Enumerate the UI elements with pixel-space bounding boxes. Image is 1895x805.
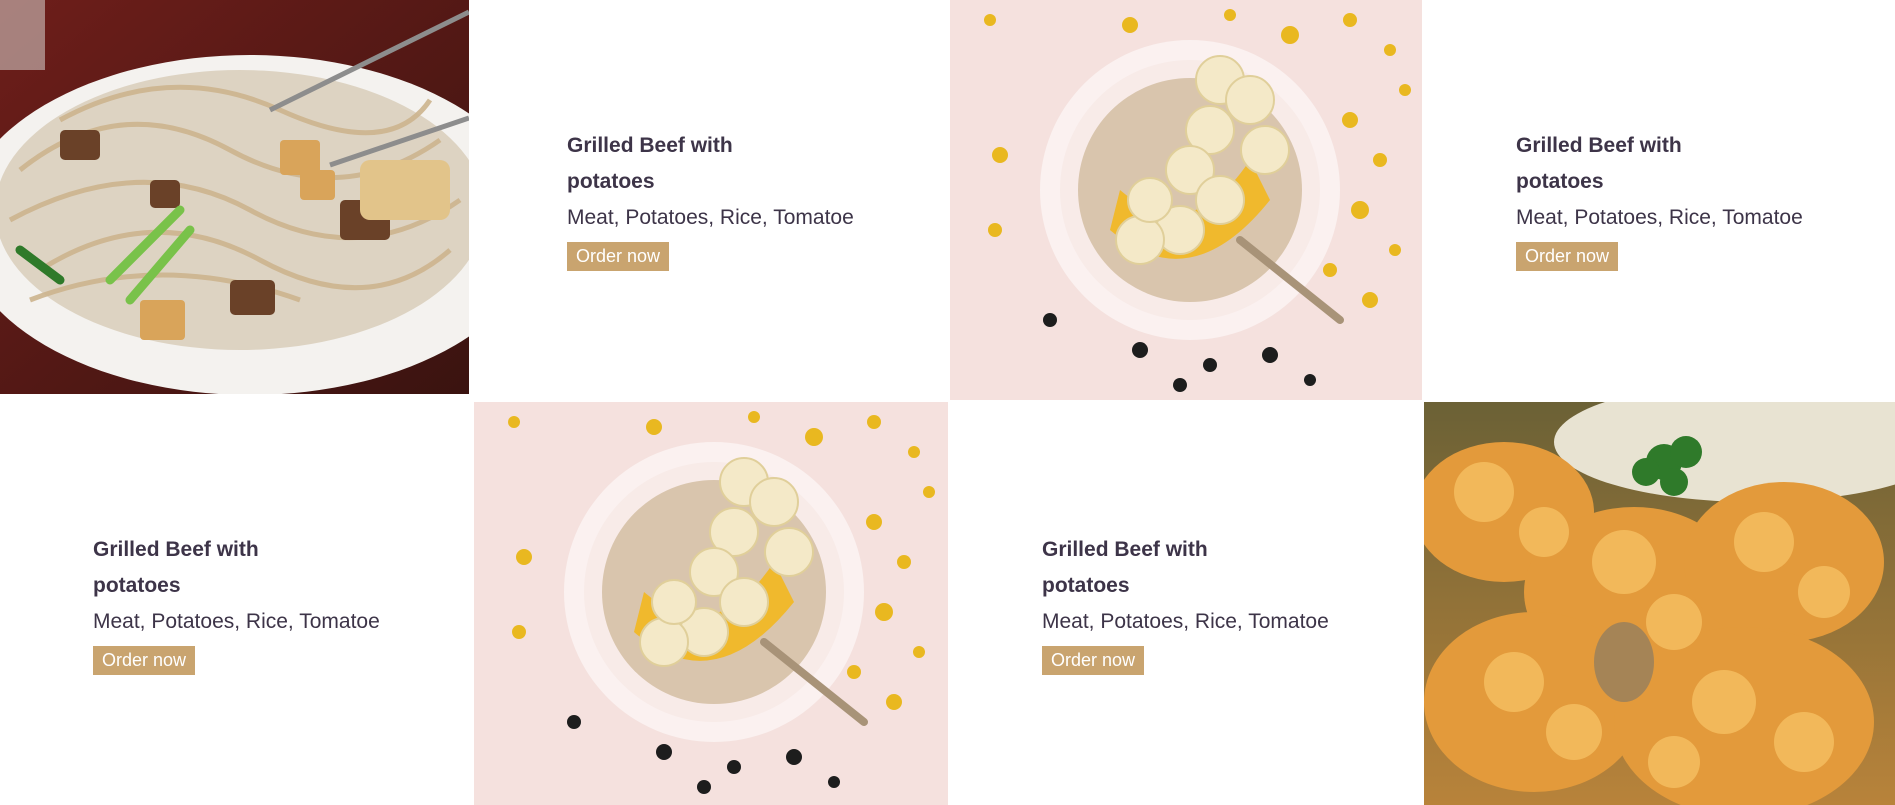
banana-bowl-photo (474, 402, 948, 805)
menu-item-text: Grilled Beef with potatoes Meat, Potatoes… (567, 128, 877, 271)
banana-bowl-image (474, 402, 948, 805)
menu-item-text: Grilled Beef with potatoes Meat, Potatoes… (1042, 532, 1352, 675)
menu-grid: Grilled Beef with potatoes Meat, Potatoes… (0, 0, 1895, 805)
dish-title-line2: potatoes (567, 170, 655, 193)
menu-item-card: Grilled Beef with potatoes Meat, Potatoes… (469, 0, 950, 400)
dish-title-line1: Grilled Beef with (1516, 134, 1682, 157)
banana-bowl-photo (950, 0, 1422, 400)
dish-title: Grilled Beef with potatoes (1042, 532, 1262, 604)
noodles-dish-image (0, 0, 469, 394)
fried-chicken-image (1424, 402, 1895, 805)
dish-ingredients: Meat, Potatoes, Rice, Tomatoe (1042, 610, 1329, 633)
banana-bowl-image (950, 0, 1422, 400)
dish-title: Grilled Beef with potatoes (1516, 128, 1736, 200)
fried-chicken-photo (1424, 402, 1895, 805)
dish-title: Grilled Beef with potatoes (567, 128, 787, 200)
order-now-button[interactable]: Order now (93, 646, 196, 675)
order-now-button[interactable]: Order now (1042, 646, 1145, 675)
menu-item-card: Grilled Beef with potatoes Meat, Potatoes… (1422, 0, 1895, 400)
dish-title-line1: Grilled Beef with (567, 134, 733, 157)
menu-item-card: Grilled Beef with potatoes Meat, Potatoes… (0, 400, 474, 805)
dish-title-line2: potatoes (1042, 574, 1130, 597)
dish-title-line1: Grilled Beef with (1042, 538, 1208, 561)
menu-item-text: Grilled Beef with potatoes Meat, Potatoes… (93, 532, 403, 675)
menu-item-card: Grilled Beef with potatoes Meat, Potatoes… (948, 400, 1424, 805)
noodles-dish-photo (0, 0, 469, 394)
order-now-button[interactable]: Order now (567, 242, 670, 271)
dish-ingredients: Meat, Potatoes, Rice, Tomatoe (93, 610, 380, 633)
dish-ingredients: Meat, Potatoes, Rice, Tomatoe (1516, 206, 1803, 229)
dish-title-line1: Grilled Beef with (93, 538, 259, 561)
dish-title: Grilled Beef with potatoes (93, 532, 313, 604)
menu-item-text: Grilled Beef with potatoes Meat, Potatoes… (1516, 128, 1826, 271)
dish-title-line2: potatoes (1516, 170, 1604, 193)
order-now-button[interactable]: Order now (1516, 242, 1619, 271)
dish-title-line2: potatoes (93, 574, 181, 597)
dish-ingredients: Meat, Potatoes, Rice, Tomatoe (567, 206, 854, 229)
